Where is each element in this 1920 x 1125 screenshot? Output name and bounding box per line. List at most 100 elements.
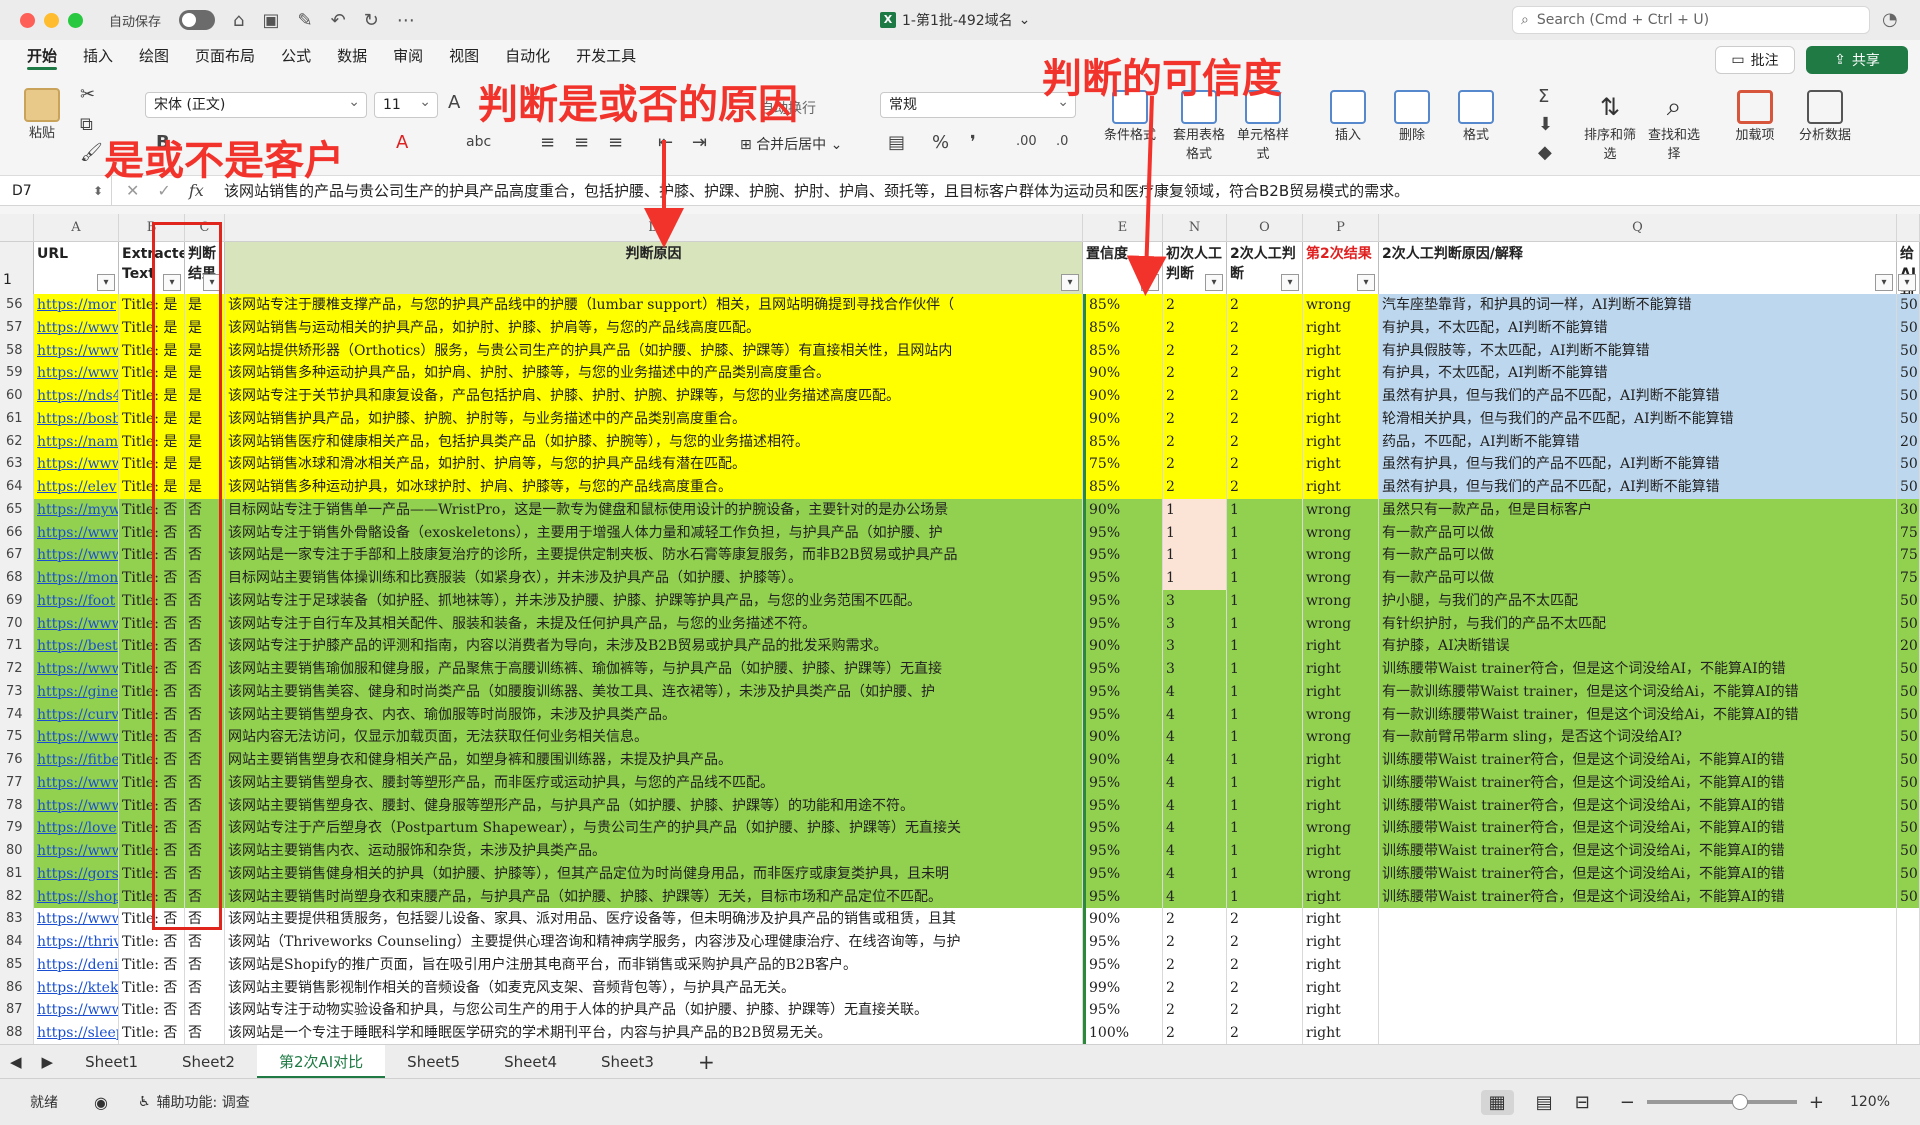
first-judgement-cell[interactable]: 4	[1163, 885, 1227, 909]
find-select-button[interactable]: ⌕ 查找和选择	[1644, 90, 1704, 162]
filter-dropdown-icon[interactable]: ▾	[1205, 274, 1223, 291]
second-reason-cell[interactable]: 有一款产品可以做	[1379, 544, 1897, 567]
confidence-cell[interactable]: 95%	[1083, 680, 1163, 704]
zoom-slider-thumb[interactable]	[1731, 1094, 1748, 1110]
increase-decimal-icon[interactable]: .00	[1016, 134, 1037, 149]
row-number[interactable]: 82	[0, 885, 34, 909]
second-reason-cell[interactable]: 有针织护肘，与我们的产品不太匹配	[1379, 612, 1897, 636]
first-judgement-cell[interactable]: 2	[1163, 294, 1227, 317]
reason-cell[interactable]: 该网站销售冰球和滑冰相关产品，如护肘、护肩等，与您的护具产品线有潜在匹配。	[225, 453, 1083, 476]
score-cell[interactable]	[1897, 999, 1920, 1022]
reason-cell[interactable]: 该网站专注于关节护具和康复设备，产品包括护肩、护膝、护肘、护腕、护踝等，与您的业…	[225, 385, 1083, 408]
score-cell[interactable]: 75	[1897, 521, 1920, 545]
decrease-decimal-icon[interactable]: .0	[1056, 134, 1068, 149]
second-reason-cell[interactable]	[1379, 953, 1897, 977]
filter-dropdown-icon[interactable]: ▾	[97, 274, 115, 291]
first-judgement-cell[interactable]: 1	[1163, 498, 1227, 522]
url-cell[interactable]: https://foot	[34, 589, 119, 613]
second-result-cell[interactable]: wrong	[1303, 726, 1379, 749]
sheet-tab-sheet4[interactable]: Sheet4	[482, 1045, 579, 1079]
second-judgement-cell[interactable]: 2	[1227, 1022, 1303, 1044]
confidence-cell[interactable]: 85%	[1083, 476, 1163, 499]
font-name-select[interactable]: 宋体 (正文)	[145, 90, 367, 118]
url-cell[interactable]: https://www	[34, 794, 119, 818]
row-number[interactable]: 70	[0, 612, 34, 636]
second-result-cell[interactable]: wrong	[1303, 817, 1379, 840]
first-judgement-cell[interactable]: 2	[1163, 476, 1227, 499]
first-judgement-cell[interactable]: 3	[1163, 635, 1227, 658]
second-result-cell[interactable]: wrong	[1303, 544, 1379, 567]
url-cell[interactable]: https://www	[34, 658, 119, 681]
url-cell[interactable]: https://www	[34, 908, 119, 931]
judgement-cell[interactable]: 否	[185, 999, 225, 1022]
second-result-cell[interactable]: right	[1303, 749, 1379, 772]
url-cell[interactable]: https://myw	[34, 498, 119, 522]
score-cell[interactable]: 50	[1897, 794, 1920, 818]
row-number[interactable]: 88	[0, 1022, 34, 1044]
url-cell[interactable]: https://gors	[34, 862, 119, 886]
sheet-tab-sheet3[interactable]: Sheet3	[579, 1045, 676, 1079]
row-number[interactable]: 86	[0, 976, 34, 1000]
second-judgement-cell[interactable]: 2	[1227, 931, 1303, 954]
second-reason-cell[interactable]: 有一款产品可以做	[1379, 567, 1897, 590]
header-second_reason[interactable]: 2次人工判断原因/解释 ▾	[1379, 242, 1897, 294]
row-number[interactable]: 72	[0, 658, 34, 681]
score-cell[interactable]: 50	[1897, 316, 1920, 340]
row-number[interactable]: 58	[0, 339, 34, 363]
score-cell[interactable]: 50	[1897, 294, 1920, 317]
second-result-cell[interactable]: right	[1303, 976, 1379, 1000]
first-judgement-cell[interactable]: 4	[1163, 862, 1227, 886]
second-judgement-cell[interactable]: 1	[1227, 726, 1303, 749]
second-result-cell[interactable]: wrong	[1303, 567, 1379, 590]
insert-cells-button[interactable]: 插入	[1320, 90, 1376, 143]
align-left-icon[interactable]: ≡	[540, 132, 555, 153]
reason-cell[interactable]: 该网站专注于产后塑身衣（Postpartum Shapewear），与贵公司生产…	[225, 817, 1083, 840]
second-reason-cell[interactable]: 训练腰带Waist trainer符合，但是这个词没给Ai，不能算AI的错	[1379, 749, 1897, 772]
reason-cell[interactable]: 该网站销售与运动相关的护具产品，如护肘、护膝、护肩等，与您的产品线高度匹配。	[225, 316, 1083, 340]
confidence-cell[interactable]: 90%	[1083, 385, 1163, 408]
format-cells-button[interactable]: 格式	[1448, 90, 1504, 143]
delete-cells-button[interactable]: 删除	[1384, 90, 1440, 143]
second-result-cell[interactable]: right	[1303, 316, 1379, 340]
url-cell[interactable]: https://www	[34, 771, 119, 795]
confidence-cell[interactable]: 99%	[1083, 976, 1163, 1000]
minimize-window-button[interactable]	[44, 12, 59, 28]
confidence-cell[interactable]: 75%	[1083, 453, 1163, 476]
comment-button[interactable]: ▭ 批注	[1715, 46, 1795, 74]
second-reason-cell[interactable]: 虽然有护具，但与我们的产品不匹配，AI判断不能算错	[1379, 476, 1897, 499]
second-judgement-cell[interactable]: 2	[1227, 999, 1303, 1022]
score-cell[interactable]: 50	[1897, 407, 1920, 431]
second-result-cell[interactable]: right	[1303, 999, 1379, 1022]
confidence-cell[interactable]: 85%	[1083, 294, 1163, 317]
score-cell[interactable]: 50	[1897, 726, 1920, 749]
confidence-cell[interactable]: 90%	[1083, 407, 1163, 431]
add-sheet-icon[interactable]: +	[676, 1045, 737, 1079]
first-judgement-cell[interactable]: 4	[1163, 703, 1227, 727]
column-header[interactable]: N	[1163, 214, 1227, 242]
first-judgement-cell[interactable]: 4	[1163, 817, 1227, 840]
reason-cell[interactable]: 该网站主要销售时尚塑身衣和束腰产品，与护具产品（如护腰、护膝、护踝等）无关，目标…	[225, 885, 1083, 909]
second-reason-cell[interactable]: 护小腿，与我们的产品不太匹配	[1379, 589, 1897, 613]
first-judgement-cell[interactable]: 2	[1163, 1022, 1227, 1044]
first-judgement-cell[interactable]: 2	[1163, 430, 1227, 454]
judgement-cell[interactable]: 否	[185, 1022, 225, 1044]
second-reason-cell[interactable]: 训练腰带Waist trainer符合，但是这个词没给Ai，不能算AI的错	[1379, 885, 1897, 909]
tab-data[interactable]: 数据	[324, 40, 380, 72]
second-reason-cell[interactable]: 汽车座垫靠背，和护具的词一样，AI判断不能算错	[1379, 294, 1897, 317]
font-size-select[interactable]: 11	[374, 90, 438, 118]
url-cell[interactable]: https://ktek	[34, 976, 119, 1000]
second-judgement-cell[interactable]: 2	[1227, 430, 1303, 454]
confidence-cell[interactable]: 95%	[1083, 544, 1163, 567]
second-judgement-cell[interactable]: 2	[1227, 453, 1303, 476]
phonetic-icon[interactable]: abc	[466, 134, 491, 150]
row-number[interactable]: 84	[0, 931, 34, 954]
confidence-cell[interactable]: 95%	[1083, 953, 1163, 977]
row-number[interactable]: 62	[0, 430, 34, 454]
header-last[interactable]: 给AI判断打▾	[1897, 242, 1920, 294]
second-judgement-cell[interactable]: 1	[1227, 658, 1303, 681]
second-judgement-cell[interactable]: 1	[1227, 680, 1303, 704]
score-cell[interactable]: 50	[1897, 385, 1920, 408]
score-cell[interactable]: 50	[1897, 453, 1920, 476]
second-result-cell[interactable]: wrong	[1303, 862, 1379, 886]
second-reason-cell[interactable]: 有护具，不太匹配，AI判断不能算错	[1379, 316, 1897, 340]
